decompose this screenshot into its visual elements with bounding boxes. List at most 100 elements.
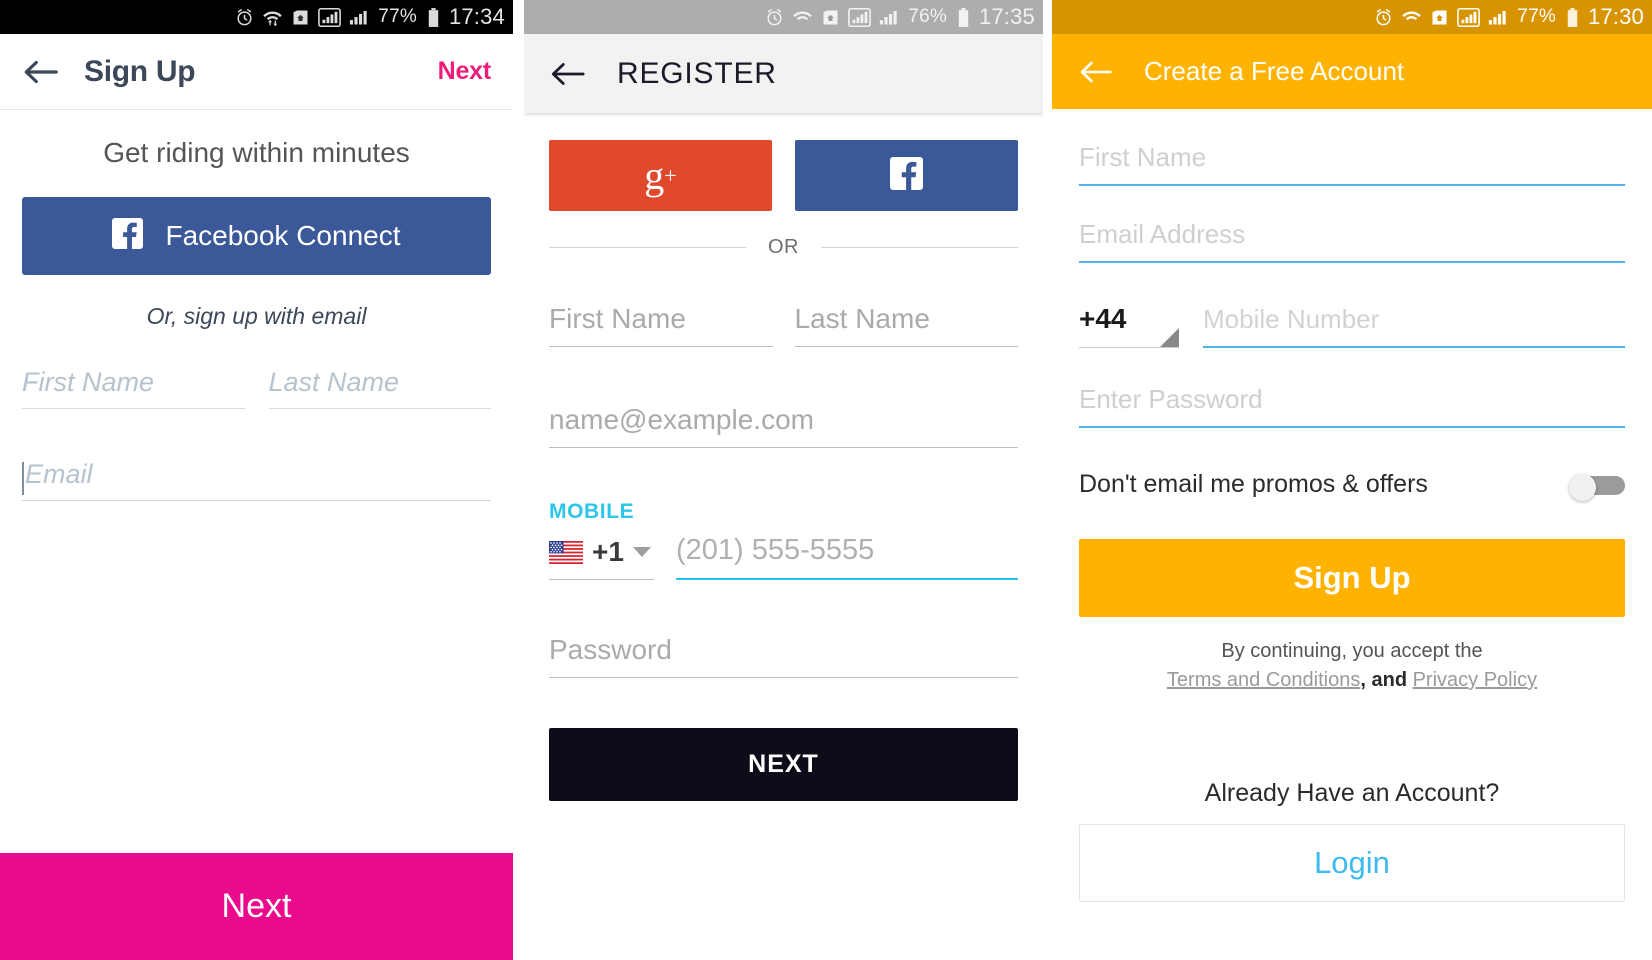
page-title: Create a Free Account [1144, 56, 1405, 86]
promo-opt-out-row: Don't email me promos & offers [1079, 470, 1625, 501]
first-name-underline [1079, 184, 1625, 186]
social-login-row: g+ [549, 140, 1018, 211]
last-name-input[interactable]: Last Name [268, 367, 491, 409]
next-action-button[interactable]: Next [438, 57, 492, 86]
email-signup-hint: Or, sign up with email [146, 303, 367, 329]
last-name-placeholder: Last Name [794, 303, 930, 334]
login-button[interactable]: Login [1079, 824, 1625, 902]
three-signup-screens-comparison: 77% 17:34 Sign Up Next Get riding within… [0, 0, 1652, 960]
email-placeholder: Email Address [1079, 219, 1246, 249]
mobile-underline [1203, 346, 1625, 348]
email-underline [22, 500, 491, 501]
signal-1-icon [318, 7, 342, 27]
name-row: First Name Last Name [22, 367, 491, 409]
divider-line-right [821, 247, 1018, 248]
create-account-form: First Name Email Address +44 Mobile Numb… [1052, 142, 1652, 902]
password-input[interactable]: Enter Password [1079, 384, 1625, 428]
signal-1-icon [848, 7, 872, 27]
battery-percent: 77% [378, 6, 417, 27]
last-name-underline [268, 408, 491, 409]
first-name-placeholder: First Name [22, 367, 155, 397]
mobile-number-input[interactable]: Mobile Number [1203, 304, 1625, 348]
google-plus-button[interactable]: g+ [549, 140, 772, 211]
status-bar-clock: 17:35 [978, 4, 1035, 29]
home-icon [823, 10, 838, 24]
us-flag-icon [549, 540, 583, 564]
dropdown-triangle-icon [1160, 328, 1179, 347]
home-icon [293, 10, 308, 24]
wifi-icon [1402, 11, 1421, 20]
facebook-button[interactable] [795, 140, 1018, 211]
signal-2-icon [1489, 10, 1506, 24]
country-code-select[interactable]: +1 [549, 536, 654, 580]
last-name-underline [794, 346, 1018, 347]
battery-icon [428, 7, 439, 27]
alarm-icon [237, 8, 252, 25]
divider-line-left [549, 247, 746, 248]
page-title: Sign Up [84, 54, 196, 88]
status-bar-icons: 77% [1373, 6, 1579, 28]
phone-number-input[interactable]: (201) 555-5555 [676, 534, 1018, 580]
email-underline [1079, 261, 1625, 263]
terms-and-conditions-link[interactable]: Terms and Conditions [1167, 669, 1360, 691]
wifi-icon [263, 11, 282, 26]
email-placeholder: name@example.com [549, 404, 814, 435]
phone-underline-active [676, 578, 1018, 580]
first-name-input[interactable]: First Name [549, 303, 773, 347]
country-code-select[interactable]: +44 [1079, 303, 1179, 348]
already-account-label: Already Have an Account? [1204, 779, 1500, 807]
next-button[interactable]: Next [0, 853, 513, 960]
or-divider: OR [549, 236, 1018, 259]
country-code-underline [1079, 347, 1179, 348]
signal-1-icon [1457, 7, 1481, 27]
last-name-placeholder: Last Name [268, 367, 400, 397]
status-bar-icons: 77% [234, 6, 440, 28]
app-bar: REGISTER [524, 34, 1043, 113]
page-title: REGISTER [617, 56, 777, 90]
password-underline [1079, 426, 1625, 428]
email-underline [549, 447, 1018, 448]
home-icon [1432, 10, 1447, 24]
email-input[interactable]: Email [22, 459, 491, 501]
status-bar-clock: 17:30 [1587, 4, 1644, 29]
first-name-underline [549, 346, 773, 347]
tagline: Get riding within minutes [103, 137, 410, 168]
text-cursor [22, 462, 24, 495]
mobile-placeholder: Mobile Number [1203, 304, 1380, 334]
password-underline [549, 677, 1018, 678]
signup-form: Get riding within minutes Facebook Conne… [0, 137, 513, 501]
login-button-label: Login [1314, 845, 1390, 880]
or-label: OR [768, 236, 799, 258]
country-code-value: +1 [592, 536, 624, 567]
mobile-row: +44 Mobile Number [1079, 303, 1625, 348]
password-input[interactable]: Password [549, 634, 1018, 678]
facebook-connect-button[interactable]: Facebook Connect [22, 197, 491, 275]
promo-toggle-switch[interactable] [1569, 473, 1625, 501]
app-bar: Create a Free Account [1052, 34, 1652, 109]
privacy-policy-link[interactable]: Privacy Policy [1413, 669, 1537, 691]
status-bar-clock: 17:34 [448, 4, 505, 29]
email-address-input[interactable]: Email Address [1079, 219, 1625, 263]
battery-icon [1567, 7, 1578, 27]
promo-toggle-label: Don't email me promos & offers [1079, 470, 1428, 498]
next-button-label: Next [221, 887, 292, 925]
signal-2-icon [350, 10, 367, 24]
back-arrow-icon[interactable] [1078, 58, 1114, 86]
back-arrow-icon[interactable] [549, 59, 587, 89]
status-bar: 77% 17:34 [0, 0, 513, 34]
last-name-input[interactable]: Last Name [794, 303, 1018, 347]
phone-placeholder: (201) 555-5555 [676, 534, 875, 566]
battery-percent: 76% [908, 6, 947, 27]
first-name-input[interactable]: First Name [1079, 142, 1625, 186]
panel-create-account-app: 77% 17:30 Create a Free Account First Na… [1052, 0, 1652, 960]
email-input[interactable]: name@example.com [549, 404, 1018, 448]
facebook-icon [112, 218, 144, 254]
next-button[interactable]: NEXT [549, 728, 1018, 801]
first-name-input[interactable]: First Name [22, 367, 245, 409]
app-bar: Sign Up Next [0, 34, 513, 110]
back-arrow-icon[interactable] [22, 57, 60, 87]
toggle-thumb [1569, 473, 1596, 501]
terms-notice: By continuing, you accept the Terms and … [1079, 637, 1625, 695]
sign-up-button[interactable]: Sign Up [1079, 539, 1625, 617]
wifi-icon [793, 11, 812, 20]
